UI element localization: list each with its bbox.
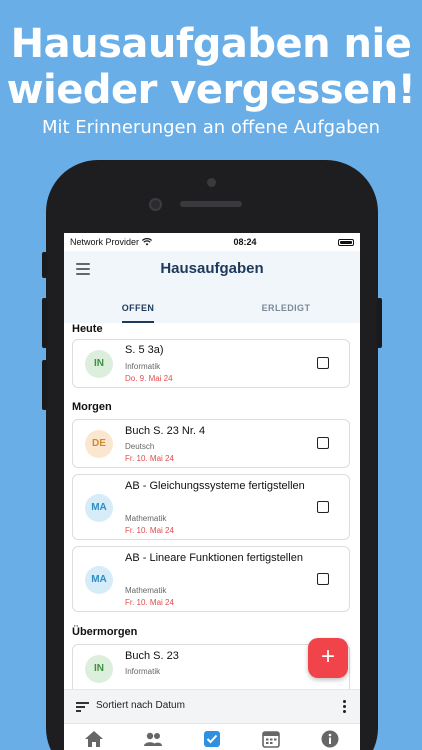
promo-headline-line1: Hausaufgaben nie — [10, 21, 412, 67]
earpiece-speaker — [180, 201, 242, 207]
subject-badge: DE — [85, 430, 113, 458]
item-title: AB - Gleichungssysteme fertigstellen — [125, 480, 305, 492]
volume-down-button — [42, 360, 47, 410]
front-camera — [207, 178, 216, 187]
item-due-date: Fr. 10. Mai 24 — [125, 598, 174, 607]
phone-frame: Network Provider 08:24 Hausaufgaben OFFE… — [42, 160, 382, 750]
people-icon[interactable] — [143, 730, 163, 748]
info-icon[interactable] — [320, 730, 340, 748]
homework-list: Heute IN S. 5 3a) Informatik Do. 9. Mai … — [64, 323, 360, 689]
section-title-uebermorgen: Übermorgen — [72, 626, 138, 638]
power-button — [377, 298, 382, 348]
tab-erledigt[interactable]: ERLEDIGT — [212, 297, 360, 323]
item-due-date: Do. 9. Mai 24 — [125, 374, 173, 383]
item-title: AB - Lineare Funktionen fertigstellen — [125, 552, 303, 564]
done-checkbox[interactable] — [317, 573, 329, 585]
item-subject: Informatik — [125, 667, 161, 676]
item-title: Buch S. 23 Nr. 4 — [125, 425, 206, 437]
calendar-icon[interactable] — [261, 730, 281, 748]
item-subject: Deutsch — [125, 442, 155, 451]
item-subject: Informatik — [125, 362, 161, 371]
app-title: Hausaufgaben — [160, 260, 264, 277]
done-checkbox[interactable] — [317, 437, 329, 449]
add-homework-button[interactable]: + — [308, 638, 348, 678]
promo-headline-line2: wieder vergessen! — [6, 67, 416, 113]
list-item[interactable]: MA AB - Lineare Funktionen fertigstellen… — [72, 546, 350, 612]
bottom-navigation — [64, 723, 360, 750]
sort-label: Sortiert nach Datum — [96, 700, 185, 711]
tab-offen[interactable]: OFFEN — [64, 297, 212, 323]
wifi-icon — [142, 238, 153, 246]
carrier-name: Network Provider — [70, 237, 140, 247]
list-item[interactable]: DE Buch S. 23 Nr. 4 Deutsch Fr. 10. Mai … — [72, 419, 350, 468]
list-item[interactable]: IN S. 5 3a) Informatik Do. 9. Mai 24 — [72, 339, 350, 388]
done-checkbox[interactable] — [317, 501, 329, 513]
status-time: 08:24 — [233, 237, 257, 247]
section-title-morgen: Morgen — [72, 401, 112, 413]
item-due-date: Fr. 10. Mai 24 — [125, 454, 174, 463]
item-due-date: Fr. 10. Mai 24 — [125, 526, 174, 535]
subject-badge: IN — [85, 655, 113, 683]
sort-icon — [76, 702, 89, 714]
tasks-check-icon[interactable] — [202, 730, 222, 748]
tab-bar: OFFEN ERLEDIGT — [64, 297, 360, 323]
battery-icon — [338, 238, 354, 246]
item-subject: Mathematik — [125, 514, 167, 523]
item-subject: Mathematik — [125, 586, 167, 595]
list-item[interactable]: MA AB - Gleichungssysteme fertigstellen … — [72, 474, 350, 540]
item-title: Buch S. 23 — [125, 650, 179, 662]
home-icon[interactable] — [84, 730, 104, 748]
sort-bar[interactable]: Sortiert nach Datum — [64, 689, 360, 723]
status-bar: Network Provider 08:24 — [64, 233, 360, 251]
proximity-sensor — [149, 198, 162, 211]
volume-up-button — [42, 298, 47, 348]
subject-badge: MA — [85, 494, 113, 522]
section-title-heute: Heute — [72, 323, 103, 335]
subject-badge: MA — [85, 566, 113, 594]
app-bar: Hausaufgaben OFFEN ERLEDIGT — [64, 251, 360, 323]
subject-badge: IN — [85, 350, 113, 378]
promo-subline: Mit Erinnerungen an offene Aufgaben — [41, 117, 381, 138]
done-checkbox[interactable] — [317, 357, 329, 369]
more-options-icon[interactable] — [343, 700, 346, 715]
phone-screen: Network Provider 08:24 Hausaufgaben OFFE… — [64, 233, 360, 750]
item-title: S. 5 3a) — [125, 344, 164, 356]
mute-switch — [42, 252, 47, 278]
